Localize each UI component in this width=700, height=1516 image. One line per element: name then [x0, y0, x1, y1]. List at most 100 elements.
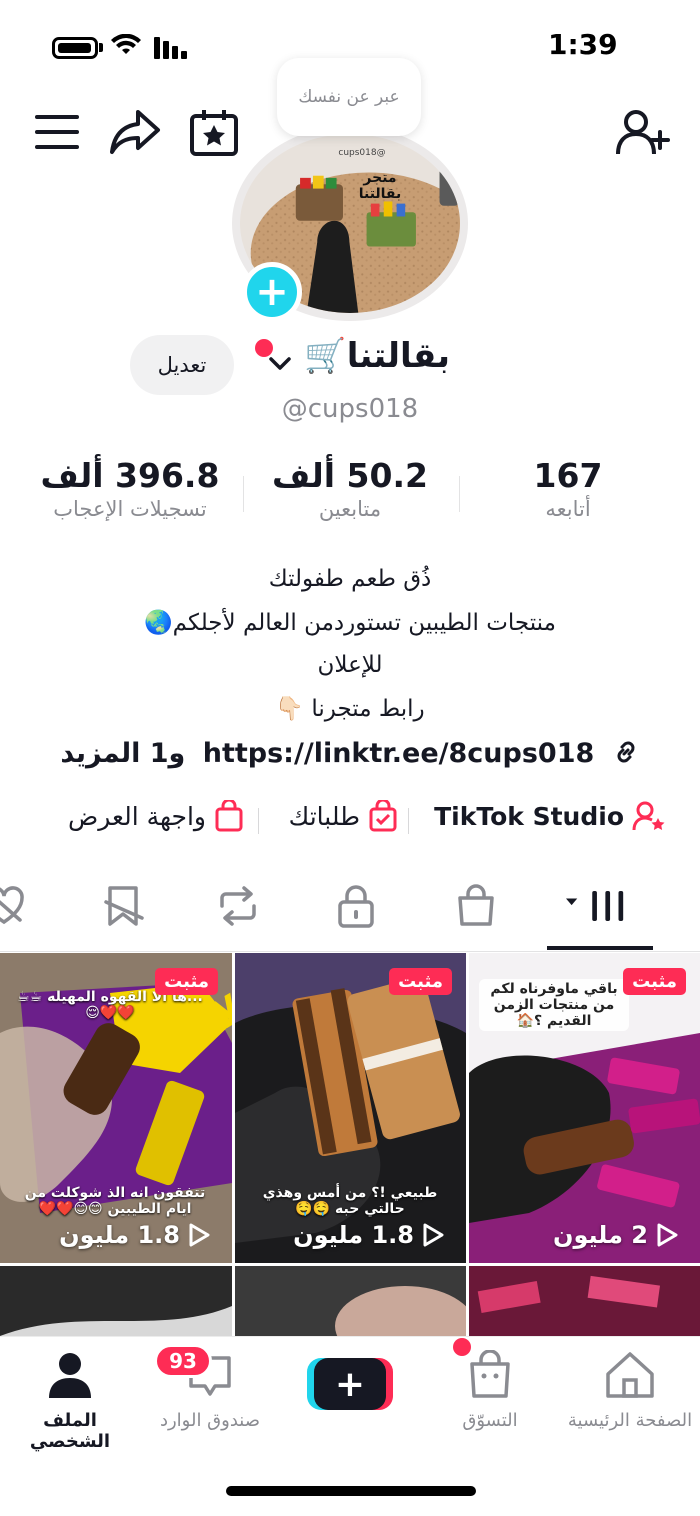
video-tile-2[interactable]: طبيعي !؟ من أمس وهذي حالتي حبه 🤤🤤 مثبت 1… [235, 953, 466, 1263]
nav-shop[interactable]: التسوّق [420, 1338, 560, 1431]
inbox-badge: 93 [154, 1344, 212, 1378]
following-stat[interactable]: 167 أتابعه [478, 456, 658, 521]
video-tile-5[interactable] [235, 1266, 466, 1336]
grid-icon [566, 891, 624, 921]
video-2-bottom-text: طبيعي !؟ من أمس وهذي حالتي حبه 🤤🤤 [262, 1185, 438, 1217]
pinned-badge: مثبت [623, 968, 686, 995]
bookmark-hidden-icon [104, 886, 144, 926]
avatar-store-name: متجر بقالتنا [358, 170, 402, 202]
create-button[interactable]: + [307, 1358, 393, 1410]
bio-link-more[interactable]: و1 المزيد [60, 738, 185, 769]
tab-videos[interactable] [566, 876, 626, 936]
calendar-star-icon[interactable] [188, 108, 240, 158]
add-friend-icon[interactable] [616, 108, 672, 158]
nav-inbox[interactable]: 93 صندوق الوارد [140, 1344, 280, 1431]
tab-favorites[interactable] [94, 876, 154, 936]
wifi-icon [111, 34, 141, 54]
showcase-label: واجهة العرض [68, 801, 206, 831]
nav-profile[interactable]: الملف الشخصي [0, 1350, 140, 1452]
profile-icon [49, 1353, 91, 1398]
add-story-button[interactable]: + [242, 262, 302, 322]
video-thumbnail-4 [0, 1266, 232, 1336]
stat-divider [459, 476, 460, 512]
studio-label: TikTok Studio [434, 801, 624, 831]
active-tab-indicator [547, 946, 653, 950]
bio-line-2: منتجات الطيبين تستوردمن العالم لأجلكم🌏 [144, 610, 556, 636]
menu-icon[interactable] [35, 113, 79, 151]
following-count: 167 [533, 456, 603, 495]
tool-divider [258, 808, 259, 834]
nav-profile-label: الملف الشخصي [29, 1410, 111, 1452]
video-thumbnail-6 [469, 1266, 700, 1336]
bio-line-3: للإعلان [317, 652, 383, 678]
orders-tool[interactable]: طلباتك [272, 800, 398, 832]
tiktok-studio-tool[interactable]: TikTok Studio [426, 800, 666, 832]
nav-shop-label: التسوّق [462, 1410, 518, 1431]
nav-home[interactable]: الصفحة الرئيسية [560, 1350, 700, 1431]
battery-tip [99, 43, 103, 52]
chevron-down-icon[interactable] [268, 356, 292, 372]
avatar-handle: cups018@ [338, 148, 386, 158]
video-2-views: 1.8 مليون [293, 1221, 444, 1249]
shopping-bag-icon [458, 884, 494, 926]
shop-notification-dot [453, 1338, 471, 1356]
nickname: بقالتنا🛒 [304, 336, 450, 376]
home-indicator[interactable] [226, 1486, 476, 1496]
video-tile-4[interactable] [0, 1266, 232, 1336]
orders-bag-icon [369, 800, 397, 832]
link-icon [617, 741, 635, 763]
lock-icon [338, 885, 374, 928]
notification-dot [255, 339, 273, 357]
play-icon [657, 1223, 678, 1247]
plus-icon: + [314, 1358, 386, 1410]
orders-label: طلباتك [288, 801, 360, 831]
showcase-bag-icon [215, 800, 243, 832]
play-icon [423, 1223, 444, 1247]
username-handle[interactable]: @cups018 [250, 394, 450, 424]
studio-icon [632, 801, 665, 831]
likes-count: 396.8 ألف [40, 456, 220, 495]
video-3-view-count: 2 مليون [552, 1221, 648, 1249]
stat-divider [243, 476, 244, 512]
likes-stat[interactable]: 396.8 ألف تسجيلات الإعجاب [18, 456, 242, 521]
home-icon [606, 1352, 654, 1398]
share-icon[interactable] [108, 108, 162, 158]
tab-private[interactable] [326, 876, 386, 936]
shop-bag-icon [470, 1349, 510, 1398]
tab-liked[interactable] [0, 876, 34, 936]
followers-count: 50.2 ألف [272, 456, 428, 495]
video-thumbnail-5 [235, 1266, 466, 1336]
bio-link-row[interactable]: https://linktr.ee/8cups018 و1 المزيد [60, 738, 640, 769]
likes-label: تسجيلات الإعجاب [53, 497, 207, 521]
showcase-tool[interactable]: واجهة العرض [54, 800, 244, 832]
nav-home-label: الصفحة الرئيسية [567, 1410, 693, 1431]
nav-inbox-label: صندوق الوارد [159, 1410, 261, 1431]
video-1-views: 1.8 مليون [59, 1221, 210, 1249]
repost-icon [220, 886, 256, 926]
video-1-bottom-text: تتفقون انه الذ شوكلت من ايام الطيبين 😊😊❤… [24, 1185, 206, 1217]
video-2-view-count: 1.8 مليون [293, 1221, 414, 1249]
followers-label: متابعين [318, 497, 382, 521]
bio-line-1: ذُق طعم طفولتك [268, 566, 432, 592]
bio-line-4: رابط متجرنا 👇🏻 [275, 696, 425, 722]
liked-hidden-icon [0, 886, 24, 925]
signal-icon [154, 37, 187, 59]
tab-reposts[interactable] [208, 876, 268, 936]
video-3-views: 2 مليون [553, 1221, 678, 1249]
tab-shop[interactable] [446, 876, 506, 936]
video-tile-1[interactable]: obby ...ها ألا القهوه المهيله ☕☕❤️❤️😌 تت… [0, 953, 232, 1263]
video-3-top-text: باقي ماوفرناه لكم من منتجات الزمن القديم… [479, 979, 629, 1031]
battery-icon [52, 37, 98, 59]
pinned-badge: مثبت [389, 968, 452, 995]
tool-divider [408, 808, 409, 834]
video-1-view-count: 1.8 مليون [59, 1221, 180, 1249]
play-icon [189, 1223, 210, 1247]
following-label: أتابعه [545, 497, 591, 521]
video-tile-6[interactable] [469, 1266, 700, 1336]
video-tile-3[interactable]: باقي ماوفرناه لكم من منتجات الزمن القديم… [469, 953, 700, 1263]
bio-link[interactable]: https://linktr.ee/8cups018 [203, 738, 595, 769]
status-bubble[interactable]: عبر عن نفسك [277, 58, 421, 136]
followers-stat[interactable]: 50.2 ألف متابعين [250, 456, 450, 521]
edit-profile-button[interactable]: تعديل [130, 335, 234, 395]
pinned-badge: مثبت [155, 968, 218, 995]
